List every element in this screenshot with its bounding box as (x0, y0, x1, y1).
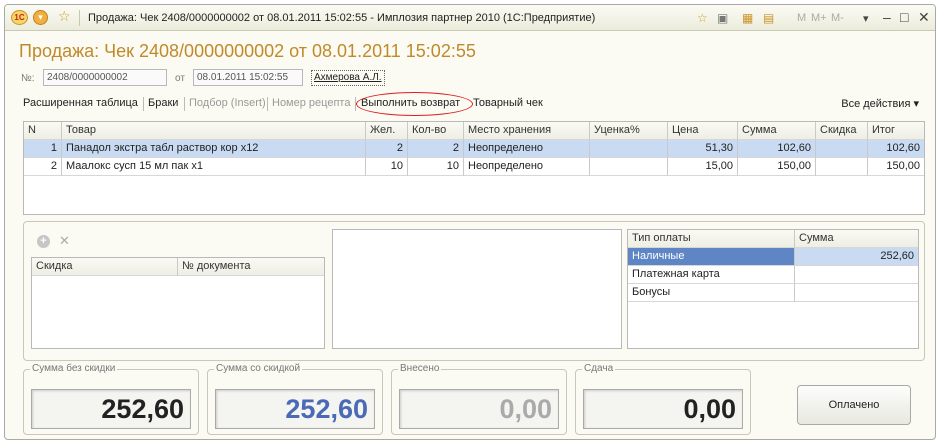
sum-with-discount-label: Сумма со скидкой (214, 363, 303, 374)
payment-sum-cell[interactable] (795, 266, 918, 284)
number-label: №: (21, 73, 35, 84)
table-cell[interactable]: 1 (24, 140, 62, 158)
favorites-icon[interactable]: ☆ (697, 11, 708, 25)
table-cell[interactable]: Неопределено (464, 140, 590, 158)
sum-without-discount-label: Сумма без скидки (30, 363, 118, 374)
table-cell[interactable]: Неопределено (464, 158, 590, 176)
table-cell[interactable]: 102,60 (868, 140, 924, 158)
minimize-icon[interactable]: – (883, 9, 891, 25)
column-header-sum[interactable]: Сумма (738, 122, 816, 140)
table-cell[interactable] (590, 158, 668, 176)
table-cell[interactable]: Маалокс сусп 15 мл пак х1 (62, 158, 366, 176)
close-icon[interactable]: ✕ (918, 9, 930, 26)
all-actions-menu[interactable]: Все действия ▾ (841, 97, 919, 110)
date-field[interactable]: 08.01.2011 15:02:55 (193, 69, 303, 86)
column-header-storage[interactable]: Место хранения (464, 122, 590, 140)
cmd-separator (143, 97, 144, 111)
goods-check-button[interactable]: Товарный чек (473, 97, 543, 109)
table-cell[interactable]: 15,00 (668, 158, 738, 176)
paid-in-field[interactable]: 0,00 (399, 389, 559, 429)
items-table[interactable]: N Товар Жел. Кол-во Место хранения Уценк… (23, 121, 925, 215)
table-cell[interactable]: 2 (366, 140, 408, 158)
cmd-separator (267, 97, 268, 111)
window-menu-icon[interactable]: ▾ (863, 12, 869, 25)
table-cell[interactable] (816, 158, 868, 176)
title-bar: 1С ▾ ☆ Продажа: Чек 2408/0000000002 от 0… (5, 5, 935, 31)
payment-type-cell[interactable]: Наличные (628, 248, 795, 266)
highlight-circle (356, 92, 473, 116)
memory-m-minus-button[interactable]: M- (831, 12, 844, 24)
defects-button[interactable]: Браки (148, 97, 178, 109)
calendar-icon[interactable]: ▤ (763, 11, 774, 25)
1c-logo-icon[interactable]: 1С (11, 10, 28, 25)
column-header-markdown[interactable]: Уценка% (590, 122, 668, 140)
discounts-table[interactable]: Скидка № документа (31, 257, 325, 349)
memory-m-button[interactable]: M (797, 12, 806, 24)
payment-sum-cell[interactable]: 252,60 (795, 248, 918, 266)
table-cell[interactable]: 51,30 (668, 140, 738, 158)
column-header-document-number[interactable]: № документа (178, 258, 324, 276)
delete-discount-icon[interactable]: ✕ (59, 233, 70, 249)
table-cell[interactable]: 2 (24, 158, 62, 176)
maximize-icon[interactable]: □ (900, 9, 908, 25)
table-cell[interactable]: 2 (408, 140, 464, 158)
table-cell[interactable]: 150,00 (868, 158, 924, 176)
column-header-discount[interactable]: Скидка (816, 122, 868, 140)
paid-button[interactable]: Оплачено (797, 385, 911, 425)
table-cell[interactable] (816, 140, 868, 158)
column-header-total[interactable]: Итог (868, 122, 924, 140)
table-cell[interactable]: 10 (408, 158, 464, 176)
column-header-n[interactable]: N (24, 122, 62, 140)
document-title: Продажа: Чек 2408/0000000002 от 08.01.20… (19, 41, 476, 61)
sum-without-discount-value: 252,60 (31, 389, 191, 429)
column-header-quantity[interactable]: Кол-во (408, 122, 464, 140)
change-value: 0,00 (583, 389, 743, 429)
app-window: 1С ▾ ☆ Продажа: Чек 2408/0000000002 от 0… (4, 4, 936, 440)
memory-m-plus-button[interactable]: M+ (811, 12, 827, 24)
selection-button[interactable]: Подбор (Insert) (189, 97, 266, 109)
sum-with-discount-value: 252,60 (215, 389, 375, 429)
date-label: от (175, 73, 185, 84)
payments-table[interactable]: Тип оплаты Сумма Наличные 252,60 Платежн… (627, 229, 919, 349)
recipe-number-button[interactable]: Номер рецепта (272, 97, 350, 109)
table-cell[interactable] (590, 140, 668, 158)
payment-type-cell[interactable]: Бонусы (628, 284, 795, 302)
calculator-icon[interactable]: ▦ (742, 11, 753, 25)
title-separator (79, 10, 80, 26)
column-header-payment-sum[interactable]: Сумма (795, 230, 918, 248)
change-label: Сдача (582, 363, 616, 374)
paid-in-label: Внесено (398, 363, 442, 374)
payment-sum-cell[interactable] (795, 284, 918, 302)
cmd-separator (184, 97, 185, 111)
table-cell[interactable]: 150,00 (738, 158, 816, 176)
table-cell[interactable]: Панадол экстра табл раствор кор х12 (62, 140, 366, 158)
column-header-price[interactable]: Цена (668, 122, 738, 140)
number-field[interactable]: 2408/0000000002 (43, 69, 167, 86)
column-header-discount-name[interactable]: Скидка (32, 258, 178, 276)
column-header-product[interactable]: Товар (62, 122, 366, 140)
table-cell[interactable]: 102,60 (738, 140, 816, 158)
payment-type-cell[interactable]: Платежная карта (628, 266, 795, 284)
column-header-desired[interactable]: Жел. (366, 122, 408, 140)
main-menu-icon[interactable]: ▾ (33, 10, 48, 25)
window-title: Продажа: Чек 2408/0000000002 от 08.01.20… (88, 12, 596, 24)
user-link[interactable]: Ахмерова А.Л. (311, 70, 385, 86)
extended-table-button[interactable]: Расширенная таблица (23, 97, 138, 109)
comment-area[interactable] (332, 229, 622, 349)
add-discount-icon[interactable]: + (37, 235, 50, 248)
history-icon[interactable]: ▣ (717, 11, 728, 25)
column-header-payment-type[interactable]: Тип оплаты (628, 230, 795, 248)
table-cell[interactable]: 10 (366, 158, 408, 176)
favorite-star-icon[interactable]: ☆ (58, 8, 71, 25)
